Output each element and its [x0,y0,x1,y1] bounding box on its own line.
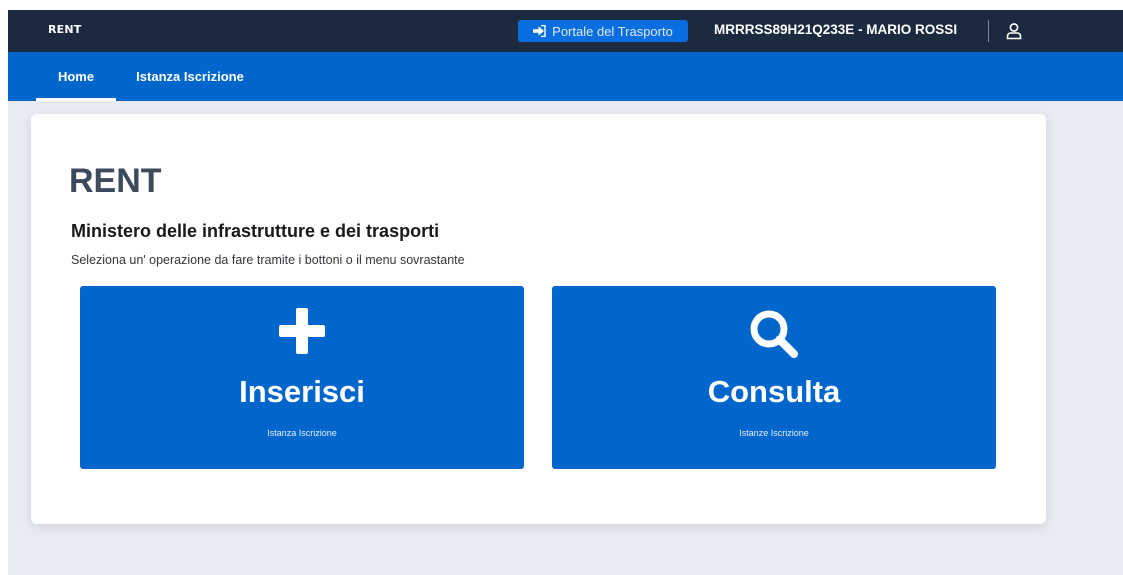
user-identity-label: MRRRSS89H21Q233E - MARIO ROSSI [714,22,958,37]
tab-istanza-iscrizione[interactable]: Istanza Iscrizione [120,52,260,101]
page-subtitle: Ministero delle infrastrutture e dei tra… [71,221,440,241]
instruction-text: Seleziona un' operazione da fare tramite… [71,253,465,267]
header-divider [988,20,989,42]
home-card: RENT Ministero delle infrastrutture e de… [31,114,1046,524]
brand-label: RENT [48,23,82,36]
app-frame: RENT Portale del Trasporto MRRRSS89H21Q2… [8,10,1123,575]
top-header: RENT Portale del Trasporto MRRRSS89H21Q2… [8,10,1123,52]
inserisci-label: Inserisci [239,374,365,409]
portal-trasporto-label: Portale del Trasporto [552,23,673,39]
plus-icon [277,306,327,360]
consulta-label: Consulta [707,374,841,409]
portal-trasporto-button[interactable]: Portale del Trasporto [518,20,688,42]
sign-in-icon [533,25,546,37]
consulta-button[interactable]: Consulta Istanze Iscrizione [552,286,996,469]
tab-home[interactable]: Home [36,52,116,101]
inserisci-sublabel: Istanza Iscrizione [267,428,337,438]
main-nav: Home Istanza Iscrizione [8,52,1123,101]
consulta-sublabel: Istanze Iscrizione [739,428,809,438]
user-icon[interactable] [1004,21,1024,41]
search-icon [746,306,802,366]
inserisci-button[interactable]: Inserisci Istanza Iscrizione [80,286,524,469]
page-title: RENT [69,162,162,200]
